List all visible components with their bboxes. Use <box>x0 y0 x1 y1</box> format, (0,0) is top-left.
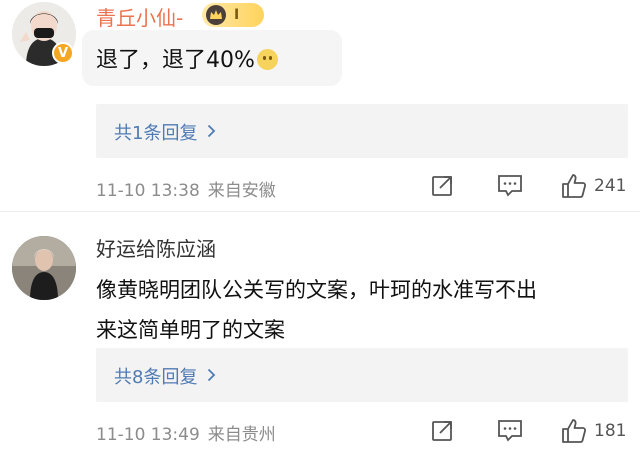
timestamp: 11-10 13:38 <box>96 181 200 201</box>
thumbs-up-icon <box>562 174 587 198</box>
reply-box: 共1条回复 <box>96 104 628 158</box>
like-button[interactable]: 241 <box>560 172 626 200</box>
view-replies-link[interactable]: 共8条回复 <box>114 363 216 389</box>
share-button[interactable] <box>430 417 456 443</box>
verified-badge-icon: V <box>52 42 74 64</box>
comment-meta: 11-10 13:49 来自贵州 <box>96 420 276 445</box>
comment-icon <box>498 175 522 197</box>
reply-box: 共8条回复 <box>96 348 628 402</box>
username[interactable]: 好运给陈应涵 <box>96 233 216 262</box>
share-icon <box>432 176 452 196</box>
comment-icon <box>498 420 522 442</box>
location: 来自安徽 <box>207 181 276 201</box>
view-replies-link[interactable]: 共1条回复 <box>114 119 216 145</box>
like-count: 181 <box>594 421 627 441</box>
chevron-right-icon <box>207 123 216 142</box>
comment-item: 好运给陈应涵 像黄晓明团队公关写的文案，叶珂的水准写不出 来这简单明了的文案 共… <box>0 212 640 455</box>
comment-button[interactable] <box>496 172 524 198</box>
like-count: 241 <box>594 176 627 196</box>
comment-item: V 青丘小仙- I 退了，退了40% 共1条回复 11-10 13:38 来自安徽 <box>0 0 640 212</box>
thumbs-up-icon <box>562 419 587 443</box>
comment-button[interactable] <box>496 417 524 443</box>
chevron-right-icon <box>207 367 216 386</box>
location: 来自贵州 <box>207 425 276 445</box>
smile-emoji-icon <box>256 49 278 70</box>
comment-text: 像黄晓明团队公关写的文案，叶珂的水准写不出 来这简单明了的文案 <box>96 278 537 342</box>
avatar[interactable] <box>12 236 76 300</box>
crown-icon <box>206 5 226 25</box>
comment-text: 退了，退了40% <box>96 42 278 74</box>
share-icon <box>432 421 452 441</box>
level-badge: I <box>202 3 264 27</box>
timestamp: 11-10 13:49 <box>96 425 200 445</box>
level-number: I <box>234 7 240 23</box>
comment-meta: 11-10 13:38 来自安徽 <box>96 176 276 201</box>
username[interactable]: 青丘小仙- <box>96 2 183 31</box>
share-button[interactable] <box>430 172 456 198</box>
like-button[interactable]: 181 <box>560 417 626 445</box>
